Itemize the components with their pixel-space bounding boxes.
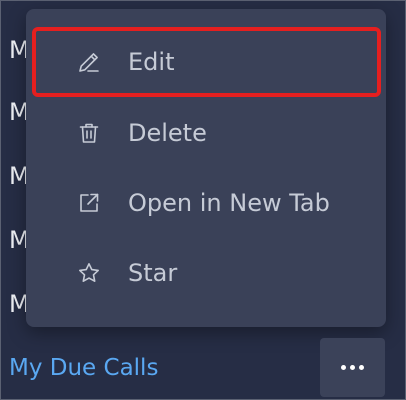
menu-item-star[interactable]: Star bbox=[36, 242, 377, 304]
menu-item-delete[interactable]: Delete bbox=[36, 102, 377, 164]
more-options-button[interactable] bbox=[320, 338, 385, 397]
menu-item-label: Delete bbox=[128, 119, 207, 147]
menu-item-label: Open in New Tab bbox=[128, 189, 330, 217]
star-icon bbox=[76, 260, 102, 286]
more-horizontal-icon bbox=[341, 365, 346, 370]
external-link-icon bbox=[76, 190, 102, 216]
menu-item-edit[interactable]: Edit bbox=[32, 27, 381, 97]
more-horizontal-icon bbox=[350, 365, 355, 370]
menu-item-label: Edit bbox=[128, 48, 175, 76]
my-due-calls-link[interactable]: My Due Calls bbox=[9, 353, 158, 383]
pencil-icon bbox=[76, 49, 102, 75]
menu-item-label: Star bbox=[128, 259, 178, 287]
more-horizontal-icon bbox=[359, 365, 364, 370]
trash-icon bbox=[76, 120, 102, 146]
context-menu: Edit Delete Open in New Tab Star bbox=[26, 9, 386, 327]
menu-item-open-new-tab[interactable]: Open in New Tab bbox=[36, 172, 377, 234]
